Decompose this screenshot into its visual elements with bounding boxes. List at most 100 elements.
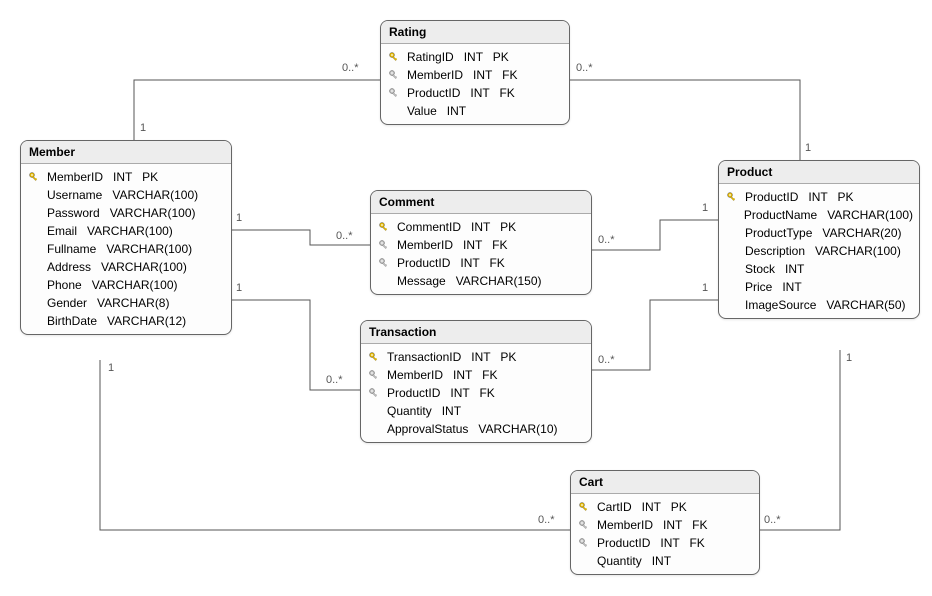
column-row: MemberID INT FK	[363, 366, 589, 384]
mult-product-transaction-1: 1	[702, 282, 708, 294]
entity-cart: Cart CartID INT PK MemberID INT FK Produ…	[570, 470, 760, 575]
primary-key-icon	[368, 351, 380, 363]
column-label: Price INT	[745, 280, 802, 294]
mult-product-rating-many: 0..*	[576, 62, 593, 74]
foreign-key-icon	[378, 257, 390, 269]
primary-key-icon	[388, 51, 400, 63]
entity-member: Member MemberID INT PKUsername VARCHAR(1…	[20, 140, 232, 335]
column-row: Value INT	[383, 102, 567, 120]
mult-member-comment-1: 1	[236, 212, 242, 224]
key-slot	[387, 51, 401, 63]
key-slot	[367, 351, 381, 363]
mult-product-cart-1: 1	[846, 352, 852, 364]
column-label: Stock INT	[745, 262, 804, 276]
column-label: Username VARCHAR(100)	[47, 188, 198, 202]
column-row: Email VARCHAR(100)	[23, 222, 229, 240]
column-label: ProductID INT PK	[745, 190, 853, 204]
column-row: RatingID INT PK	[383, 48, 567, 66]
foreign-key-icon	[388, 87, 400, 99]
column-row: Phone VARCHAR(100)	[23, 276, 229, 294]
column-label: CartID INT PK	[597, 500, 687, 514]
column-label: ProductType VARCHAR(20)	[745, 226, 902, 240]
column-row: Description VARCHAR(100)	[721, 242, 917, 260]
column-row: ProductID INT FK	[373, 254, 589, 272]
column-row: ImageSource VARCHAR(50)	[721, 296, 917, 314]
mult-member-transaction-many: 0..*	[326, 374, 343, 386]
key-slot	[27, 171, 41, 183]
column-label: Quantity INT	[597, 554, 671, 568]
key-slot	[577, 537, 591, 549]
primary-key-icon	[578, 501, 590, 513]
column-row: ProductID INT FK	[573, 534, 757, 552]
column-label: Quantity INT	[387, 404, 461, 418]
column-row: Stock INT	[721, 260, 917, 278]
column-row: BirthDate VARCHAR(12)	[23, 312, 229, 330]
column-label: ProductID INT FK	[407, 86, 515, 100]
column-label: Password VARCHAR(100)	[47, 206, 196, 220]
mult-product-comment-1: 1	[702, 202, 708, 214]
entity-transaction: Transaction TransactionID INT PK MemberI…	[360, 320, 592, 443]
column-row: Message VARCHAR(150)	[373, 272, 589, 290]
column-row: Address VARCHAR(100)	[23, 258, 229, 276]
column-row: Password VARCHAR(100)	[23, 204, 229, 222]
column-row: MemberID INT FK	[573, 516, 757, 534]
entity-transaction-title: Transaction	[361, 321, 591, 344]
entity-cart-body: CartID INT PK MemberID INT FK ProductID …	[571, 494, 759, 574]
column-row: ProductID INT FK	[383, 84, 567, 102]
mult-member-cart-many: 0..*	[538, 514, 555, 526]
column-label: Address VARCHAR(100)	[47, 260, 187, 274]
key-slot	[725, 191, 739, 203]
key-slot	[577, 501, 591, 513]
key-slot	[367, 387, 381, 399]
column-row: MemberID INT FK	[373, 236, 589, 254]
entity-comment-title: Comment	[371, 191, 591, 214]
entity-rating: Rating RatingID INT PK MemberID INT FK P…	[380, 20, 570, 125]
column-row: MemberID INT PK	[23, 168, 229, 186]
foreign-key-icon	[378, 239, 390, 251]
column-label: CommentID INT PK	[397, 220, 516, 234]
primary-key-icon	[28, 171, 40, 183]
key-slot	[367, 369, 381, 381]
foreign-key-icon	[368, 387, 380, 399]
column-label: MemberID INT FK	[387, 368, 497, 382]
column-label: Value INT	[407, 104, 466, 118]
entity-comment-body: CommentID INT PK MemberID INT FK Product…	[371, 214, 591, 294]
column-label: ProductID INT FK	[597, 536, 705, 550]
column-row: Fullname VARCHAR(100)	[23, 240, 229, 258]
column-label: Phone VARCHAR(100)	[47, 278, 178, 292]
column-row: ApprovalStatus VARCHAR(10)	[363, 420, 589, 438]
foreign-key-icon	[388, 69, 400, 81]
column-label: RatingID INT PK	[407, 50, 509, 64]
column-row: ProductID INT PK	[721, 188, 917, 206]
column-label: TransactionID INT PK	[387, 350, 516, 364]
key-slot	[577, 519, 591, 531]
column-label: BirthDate VARCHAR(12)	[47, 314, 186, 328]
mult-product-rating-1: 1	[805, 142, 811, 154]
foreign-key-icon	[578, 537, 590, 549]
entity-cart-title: Cart	[571, 471, 759, 494]
key-slot	[387, 69, 401, 81]
mult-product-cart-many: 0..*	[764, 514, 781, 526]
primary-key-icon	[726, 191, 738, 203]
column-label: ProductName VARCHAR(100)	[744, 208, 913, 222]
column-row: ProductType VARCHAR(20)	[721, 224, 917, 242]
column-label: MemberID INT PK	[47, 170, 158, 184]
column-row: CartID INT PK	[573, 498, 757, 516]
key-slot	[387, 87, 401, 99]
column-row: CommentID INT PK	[373, 218, 589, 236]
entity-member-body: MemberID INT PK Username VARCHAR(100) Pass…	[21, 164, 231, 334]
entity-comment: Comment CommentID INT PK MemberID INT FK…	[370, 190, 592, 295]
mult-product-transaction-many: 0..*	[598, 354, 615, 366]
column-label: Email VARCHAR(100)	[47, 224, 173, 238]
column-label: MemberID INT FK	[597, 518, 707, 532]
column-row: TransactionID INT PK	[363, 348, 589, 366]
column-label: Fullname VARCHAR(100)	[47, 242, 192, 256]
key-slot	[377, 257, 391, 269]
column-row: Quantity INT	[573, 552, 757, 570]
column-row: MemberID INT FK	[383, 66, 567, 84]
column-label: MemberID INT FK	[397, 238, 507, 252]
column-label: MemberID INT FK	[407, 68, 517, 82]
entity-rating-body: RatingID INT PK MemberID INT FK ProductI…	[381, 44, 569, 124]
entity-rating-title: Rating	[381, 21, 569, 44]
mult-member-transaction-1: 1	[236, 282, 242, 294]
